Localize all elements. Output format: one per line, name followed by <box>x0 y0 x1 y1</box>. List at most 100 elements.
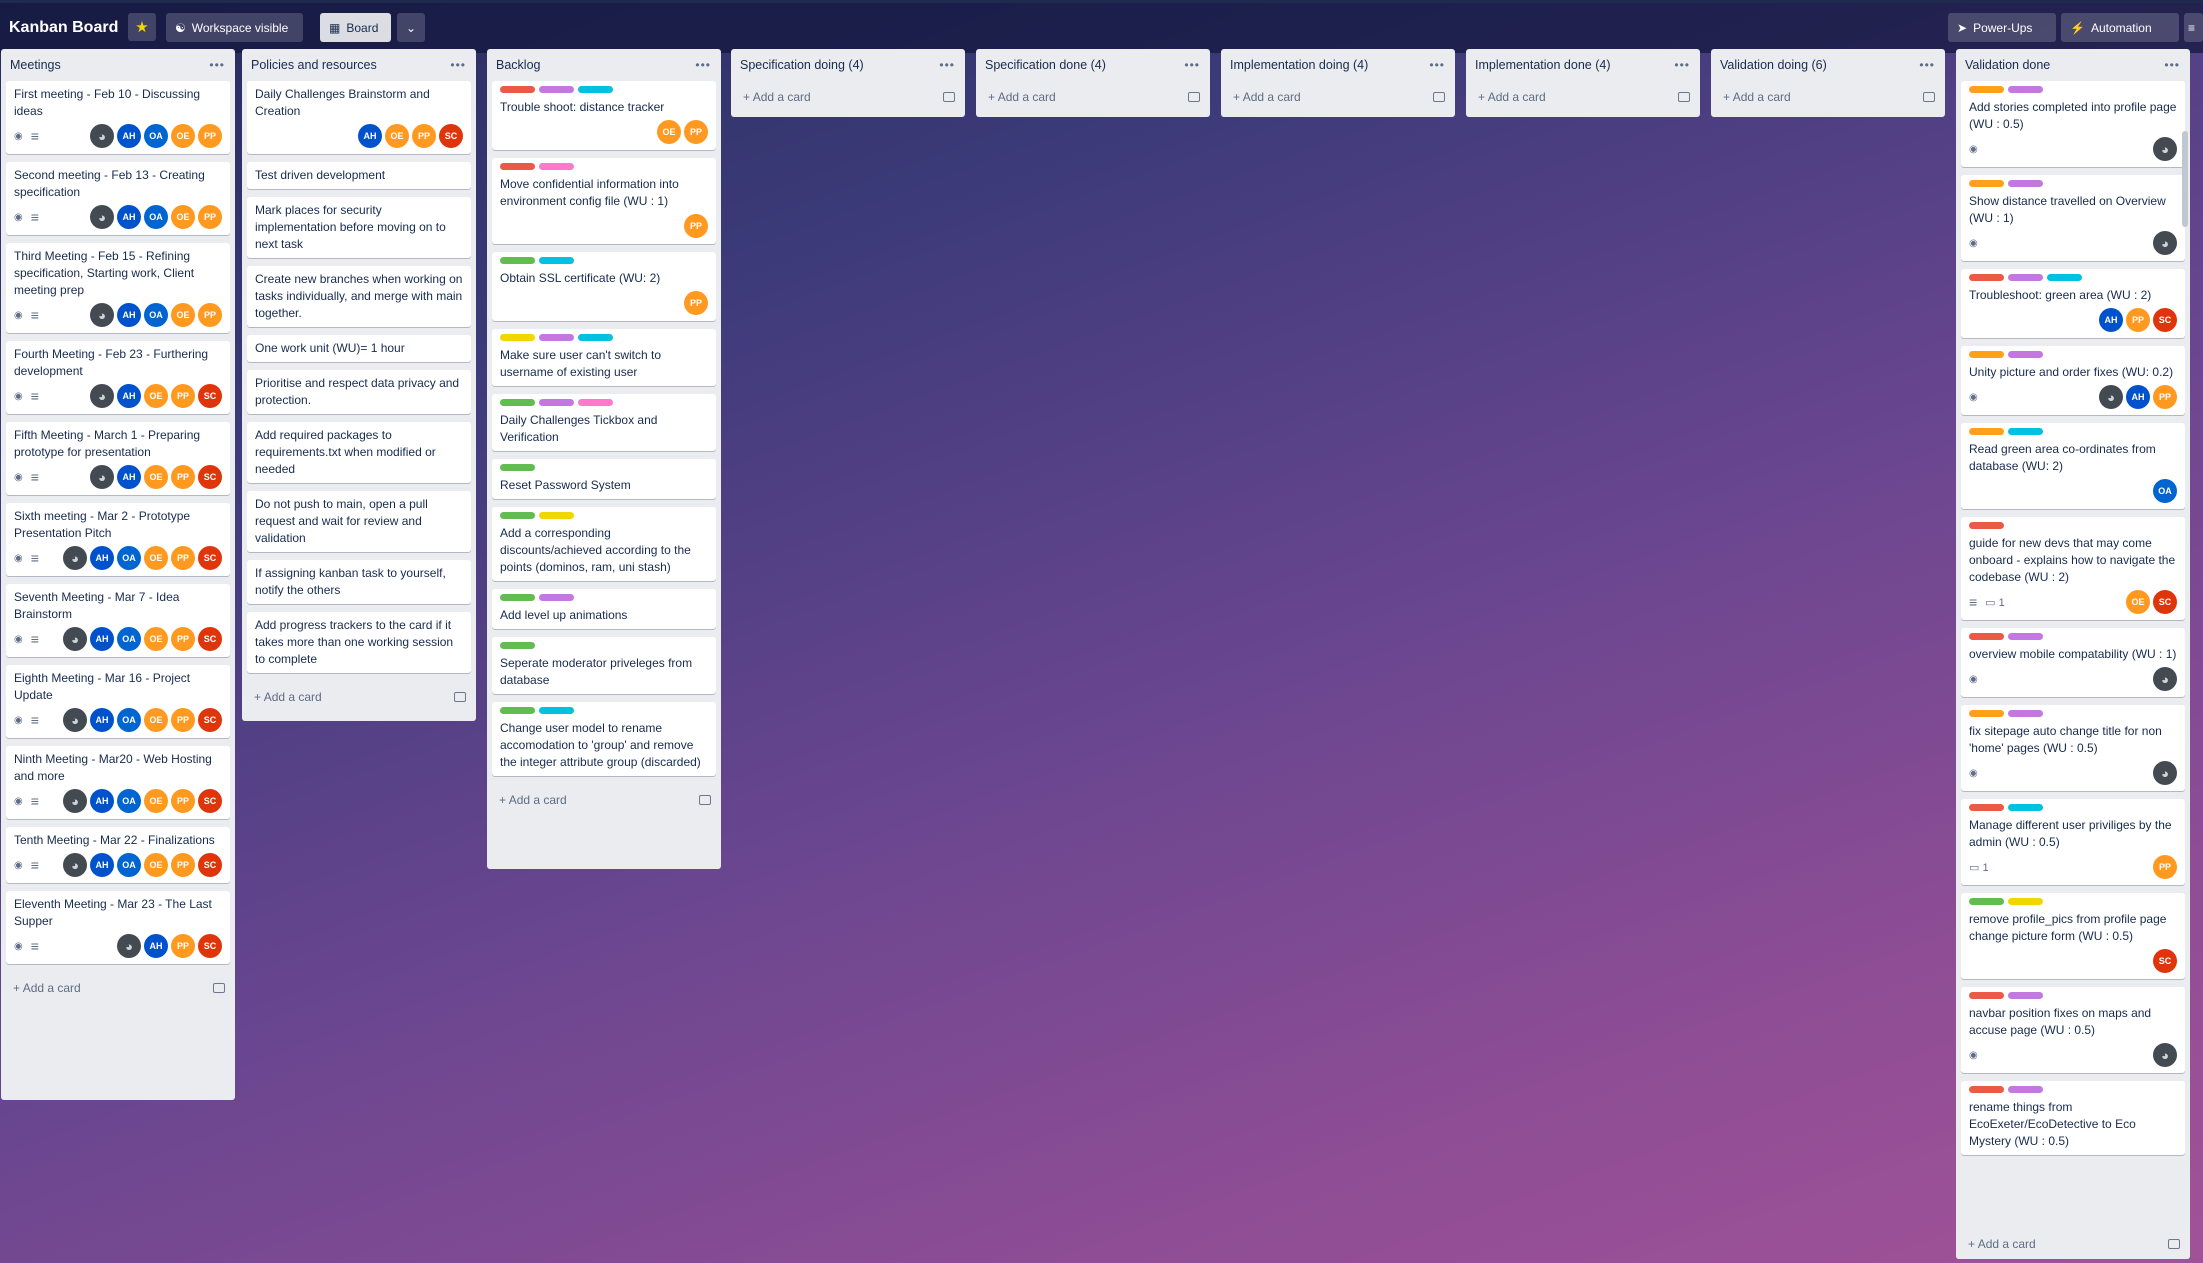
add-card-button[interactable]: + Add a card <box>1956 1228 2190 1259</box>
label-blue[interactable] <box>2008 428 2043 435</box>
card[interactable]: Test driven development <box>247 162 471 189</box>
menu-button[interactable]: ≡ <box>2184 13 2203 42</box>
avatar-pp[interactable]: PP <box>2126 308 2150 332</box>
label-red[interactable] <box>1969 274 2004 281</box>
label-blue[interactable] <box>539 257 574 264</box>
avatar-oe[interactable]: OE <box>2126 590 2150 614</box>
label-red[interactable] <box>1969 1086 2004 1093</box>
label-green[interactable] <box>500 594 535 601</box>
label-orange[interactable] <box>1969 180 2004 187</box>
card[interactable]: Second meeting - Feb 13 - Creating speci… <box>6 162 230 235</box>
avatar-oa[interactable]: OA <box>2153 479 2177 503</box>
card[interactable]: fix sitepage auto change title for non '… <box>1961 705 2185 791</box>
label-purple[interactable] <box>539 594 574 601</box>
avatar-image[interactable]: ◕ <box>90 303 114 327</box>
more-icon[interactable]: ••• <box>1184 58 1200 72</box>
template-icon[interactable] <box>213 982 225 993</box>
label-pink[interactable] <box>578 399 613 406</box>
avatar-oa[interactable]: OA <box>117 708 141 732</box>
list-title[interactable]: Backlog <box>496 58 540 72</box>
card[interactable]: Obtain SSL certificate (WU: 2) PP <box>492 252 716 321</box>
card[interactable]: Mark places for security implementation … <box>247 197 471 258</box>
label-purple[interactable] <box>2008 180 2043 187</box>
card[interactable]: Eleventh Meeting - Mar 23 - The Last Sup… <box>6 891 230 964</box>
list-title[interactable]: Policies and resources <box>251 58 377 72</box>
list-title[interactable]: Validation done <box>1965 58 2050 72</box>
visibility-button[interactable]: ☯ Workspace visible <box>166 13 303 42</box>
add-card-button[interactable]: + Add a card <box>1466 81 1700 112</box>
card[interactable]: Manage different user priviliges by the … <box>1961 799 2185 885</box>
avatar-pp[interactable]: PP <box>171 627 195 651</box>
list-title[interactable]: Meetings <box>10 58 61 72</box>
avatar-pp[interactable]: PP <box>684 291 708 315</box>
board-view-button[interactable]: ▦ Board <box>320 13 391 42</box>
card[interactable]: Seperate moderator priveleges from datab… <box>492 637 716 694</box>
avatar-oa[interactable]: OA <box>117 546 141 570</box>
template-icon[interactable] <box>943 91 955 102</box>
avatar-pp[interactable]: PP <box>171 853 195 877</box>
avatar-pp[interactable]: PP <box>171 708 195 732</box>
card[interactable]: Seventh Meeting - Mar 7 - Idea Brainstor… <box>6 584 230 657</box>
card[interactable]: Daily Challenges Brainstorm and Creation… <box>247 81 471 154</box>
avatar-sc[interactable]: SC <box>198 789 222 813</box>
avatar-sc[interactable]: SC <box>198 465 222 489</box>
label-blue[interactable] <box>2047 274 2082 281</box>
card[interactable]: Add progress trackers to the card if it … <box>247 612 471 673</box>
avatar-pp[interactable]: PP <box>684 120 708 144</box>
label-yellow[interactable] <box>539 512 574 519</box>
avatar-image[interactable]: ◕ <box>90 124 114 148</box>
avatar-pp[interactable]: PP <box>684 214 708 238</box>
card[interactable]: Prioritise and respect data privacy and … <box>247 370 471 414</box>
card[interactable]: overview mobile compatability (WU : 1) ◉ ◕ <box>1961 628 2185 697</box>
avatar-ah[interactable]: AH <box>2126 385 2150 409</box>
card[interactable]: Sixth meeting - Mar 2 - Prototype Presen… <box>6 503 230 576</box>
label-green[interactable] <box>1969 898 2004 905</box>
avatar-oe[interactable]: OE <box>171 303 195 327</box>
label-yellow[interactable] <box>2008 898 2043 905</box>
avatar-pp[interactable]: PP <box>171 934 195 958</box>
card[interactable]: Create new branches when working on task… <box>247 266 471 327</box>
list-title[interactable]: Specification done (4) <box>985 58 1106 72</box>
card[interactable]: Ninth Meeting - Mar20 - Web Hosting and … <box>6 746 230 819</box>
card[interactable]: Unity picture and order fixes (WU: 0.2) ◉… <box>1961 346 2185 415</box>
avatar-ah[interactable]: AH <box>90 708 114 732</box>
card[interactable]: Change user model to rename accomodation… <box>492 702 716 776</box>
avatar-sc[interactable]: SC <box>198 627 222 651</box>
label-purple[interactable] <box>2008 633 2043 640</box>
avatar-ah[interactable]: AH <box>358 124 382 148</box>
more-icon[interactable]: ••• <box>2164 58 2180 72</box>
label-purple[interactable] <box>2008 992 2043 999</box>
list-title[interactable]: Implementation done (4) <box>1475 58 1611 72</box>
card[interactable]: Third Meeting - Feb 15 - Refining specif… <box>6 243 230 333</box>
label-purple[interactable] <box>539 86 574 93</box>
label-purple[interactable] <box>539 334 574 341</box>
label-red[interactable] <box>1969 804 2004 811</box>
add-card-button[interactable]: + Add a card <box>976 81 1210 112</box>
avatar-pp[interactable]: PP <box>171 546 195 570</box>
card[interactable]: If assigning kanban task to yourself, no… <box>247 560 471 604</box>
card[interactable]: Add required packages to requirements.tx… <box>247 422 471 483</box>
avatar-pp[interactable]: PP <box>198 205 222 229</box>
card[interactable]: Make sure user can't switch to username … <box>492 329 716 386</box>
avatar-pp[interactable]: PP <box>2153 855 2177 879</box>
avatar-image[interactable]: ◕ <box>90 384 114 408</box>
avatar-sc[interactable]: SC <box>2153 590 2177 614</box>
template-icon[interactable] <box>2168 1238 2180 1249</box>
add-card-button[interactable]: + Add a card <box>242 681 476 712</box>
card[interactable]: Move confidential information into envir… <box>492 158 716 244</box>
label-yellow[interactable] <box>500 334 535 341</box>
add-card-button[interactable]: + Add a card <box>1 972 235 1003</box>
avatar-image[interactable]: ◕ <box>2153 1043 2177 1067</box>
avatar-ah[interactable]: AH <box>144 934 168 958</box>
powerups-button[interactable]: ➤ Power-Ups <box>1948 13 2056 42</box>
label-green[interactable] <box>500 512 535 519</box>
avatar-ah[interactable]: AH <box>90 627 114 651</box>
card[interactable]: Daily Challenges Tickbox and Verificatio… <box>492 394 716 451</box>
card[interactable]: Trouble shoot: distance tracker OE PP <box>492 81 716 150</box>
avatar-image[interactable]: ◕ <box>63 708 87 732</box>
avatar-oe[interactable]: OE <box>171 124 195 148</box>
avatar-image[interactable]: ◕ <box>117 934 141 958</box>
avatar-ah[interactable]: AH <box>117 124 141 148</box>
card[interactable]: Fifth Meeting - March 1 - Preparing prot… <box>6 422 230 495</box>
label-purple[interactable] <box>2008 86 2043 93</box>
